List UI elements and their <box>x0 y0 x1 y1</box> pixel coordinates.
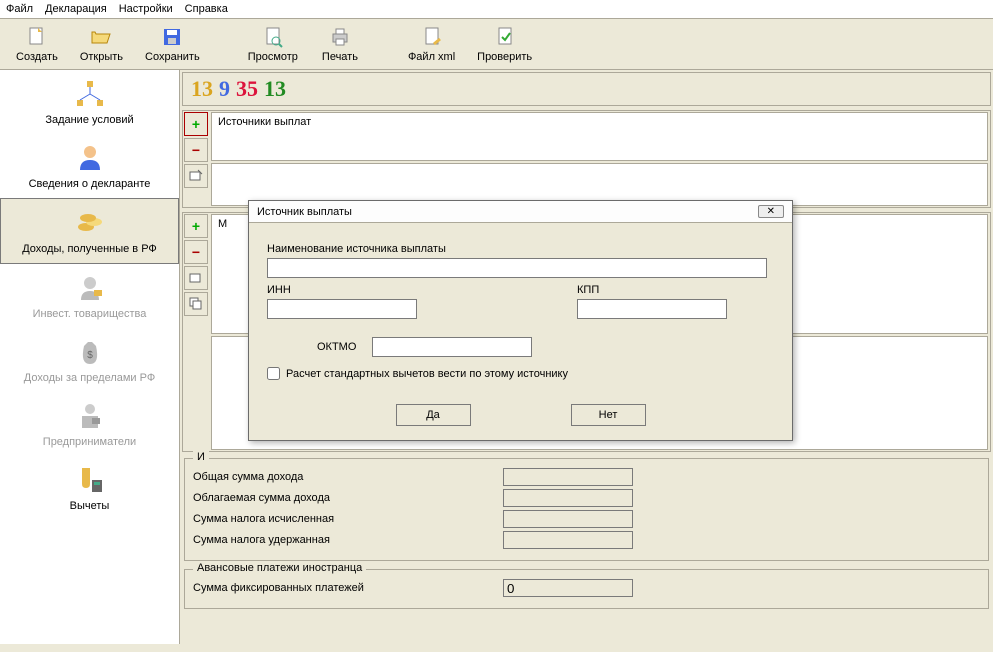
invest-icon <box>74 272 106 304</box>
money-bag-icon: $ <box>74 336 106 368</box>
copy-month-button[interactable] <box>184 292 208 316</box>
sidebar: Задание условий Сведения о декларанте До… <box>0 70 180 644</box>
toolbar: Создать Открыть Сохранить Просмотр Печат… <box>0 19 993 70</box>
edit-source-button[interactable] <box>184 164 208 188</box>
menu-file[interactable]: Файл <box>6 3 33 15</box>
sidebar-item-deductions[interactable]: Вычеты <box>0 456 179 520</box>
new-file-icon <box>25 25 49 49</box>
tax-withheld-label: Сумма налога удержанная <box>193 534 383 546</box>
check-button[interactable]: Проверить <box>469 23 540 65</box>
tax-calculated-label: Сумма налога исчисленная <box>193 513 383 525</box>
open-button[interactable]: Открыть <box>72 23 131 65</box>
kpp-label: КПП <box>577 284 727 296</box>
sources-header: Источники выплат <box>211 112 988 161</box>
inn-input[interactable] <box>267 299 417 319</box>
source-name-input[interactable] <box>267 258 767 278</box>
sidebar-item-income-rf[interactable]: Доходы, полученные в РФ <box>0 198 179 264</box>
calc-deductions-label: Расчет стандартных вычетов вести по этом… <box>286 368 568 380</box>
dialog-close-button[interactable]: ✕ <box>758 205 784 218</box>
taxable-income-field <box>503 489 633 507</box>
printer-icon <box>328 25 352 49</box>
total-income-label: Общая сумма дохода <box>193 471 383 483</box>
taxable-income-label: Облагаемая сумма дохода <box>193 492 383 504</box>
inn-label: ИНН <box>267 284 417 296</box>
xml-file-icon <box>420 25 444 49</box>
sidebar-item-invest[interactable]: Инвест. товарищества <box>0 264 179 328</box>
rate-9[interactable]: 9 <box>219 76 230 102</box>
sources-panel: + − Источники выплат <box>182 110 991 208</box>
source-dialog: Источник выплаты ✕ Наименование источник… <box>248 200 793 441</box>
rate-tabs: 13 9 35 13 <box>182 72 991 106</box>
floppy-icon <box>160 25 184 49</box>
dialog-no-button[interactable]: Нет <box>571 404 646 426</box>
tax-withheld-field <box>503 531 633 549</box>
remove-month-button[interactable]: − <box>184 240 208 264</box>
totals-title: И <box>193 451 209 463</box>
dialog-title: Источник выплаты <box>257 206 352 218</box>
fixed-sum-label: Сумма фиксированных платежей <box>193 582 413 594</box>
source-name-label: Наименование источника выплаты <box>267 243 774 255</box>
menu-settings[interactable]: Настройки <box>119 3 173 15</box>
edit-icon <box>189 169 203 183</box>
person-icon <box>74 142 106 174</box>
sidebar-item-declarant[interactable]: Сведения о декларанте <box>0 134 179 198</box>
print-button[interactable]: Печать <box>312 23 368 65</box>
advance-group: Авансовые платежи иностранца Сумма фикси… <box>184 569 989 609</box>
edit-icon <box>189 271 203 285</box>
edit-month-button[interactable] <box>184 266 208 290</box>
fixed-sum-field[interactable] <box>503 579 633 597</box>
add-source-button[interactable]: + <box>184 112 208 136</box>
sidebar-item-income-abroad[interactable]: $ Доходы за пределами РФ <box>0 328 179 392</box>
svg-text:$: $ <box>87 350 93 361</box>
save-button[interactable]: Сохранить <box>137 23 208 65</box>
oktmo-input[interactable] <box>372 337 532 357</box>
rate-13-yellow[interactable]: 13 <box>191 76 213 102</box>
sidebar-item-entrepreneurs[interactable]: Предприниматели <box>0 392 179 456</box>
remove-source-button[interactable]: − <box>184 138 208 162</box>
businessman-icon <box>74 400 106 432</box>
copy-icon <box>189 297 203 311</box>
tax-calculated-field <box>503 510 633 528</box>
calc-deductions-checkbox[interactable] <box>267 367 280 380</box>
totals-group: И Общая сумма дохода Облагаемая сумма до… <box>184 458 989 561</box>
create-button[interactable]: Создать <box>8 23 66 65</box>
folder-open-icon <box>89 25 113 49</box>
xml-button[interactable]: Файл xml <box>400 23 463 65</box>
dialog-titlebar: Источник выплаты ✕ <box>249 201 792 223</box>
preview-icon <box>261 25 285 49</box>
rate-35[interactable]: 35 <box>236 76 258 102</box>
deductions-icon <box>74 464 106 496</box>
coins-icon <box>74 207 106 239</box>
total-income-field <box>503 468 633 486</box>
check-file-icon <box>493 25 517 49</box>
dialog-yes-button[interactable]: Да <box>396 404 471 426</box>
conditions-icon <box>74 78 106 110</box>
menu-declaration[interactable]: Декларация <box>45 3 107 15</box>
sidebar-item-conditions[interactable]: Задание условий <box>0 70 179 134</box>
oktmo-label: ОКТМО <box>317 341 356 353</box>
rate-13-green[interactable]: 13 <box>264 76 286 102</box>
advance-title: Авансовые платежи иностранца <box>193 562 366 574</box>
kpp-input[interactable] <box>577 299 727 319</box>
add-month-button[interactable]: + <box>184 214 208 238</box>
menubar: Файл Декларация Настройки Справка <box>0 0 993 19</box>
preview-button[interactable]: Просмотр <box>240 23 306 65</box>
menu-help[interactable]: Справка <box>185 3 228 15</box>
